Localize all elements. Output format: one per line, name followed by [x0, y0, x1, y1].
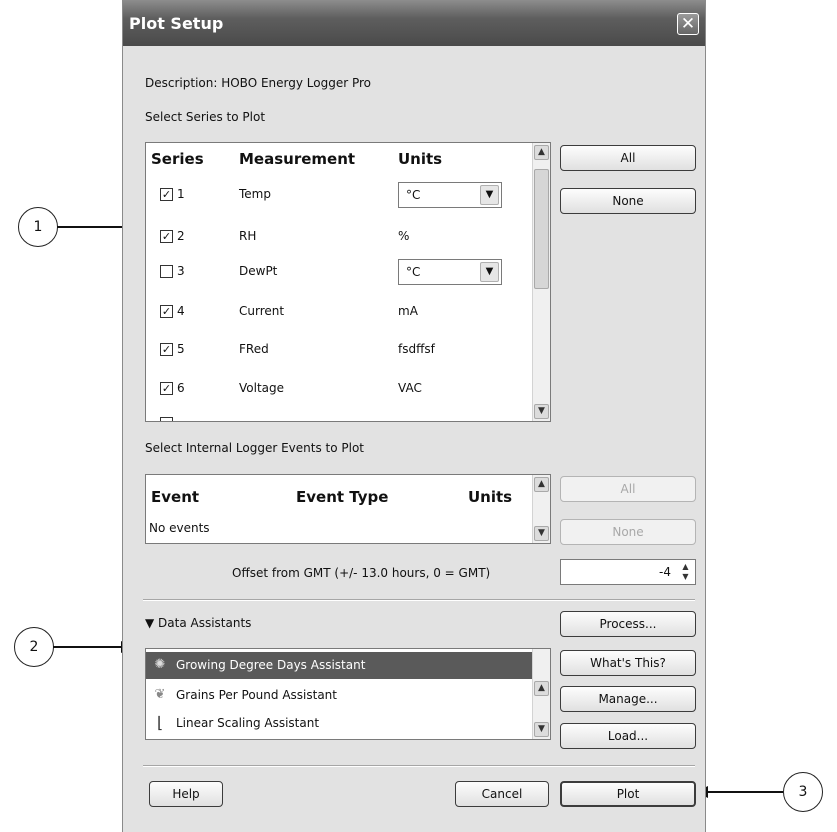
series-measurement: FRed — [239, 342, 269, 356]
series-measurement: DewPt — [239, 264, 278, 278]
scroll-down-icon[interactable]: ▼ — [534, 526, 549, 541]
series-number: 3 — [177, 264, 185, 278]
events-all-button[interactable]: All — [560, 476, 696, 502]
assistants-scrollbar[interactable]: ▲ ▼ — [532, 649, 550, 739]
series-units: mA — [398, 304, 418, 318]
series-none-button[interactable]: None — [560, 188, 696, 214]
gmt-offset-stepper[interactable]: -4 ▲ ▼ — [560, 559, 696, 585]
description-label: Description: HOBO Energy Logger Pro — [145, 76, 371, 90]
series-units: VAC — [398, 381, 422, 395]
manage-button[interactable]: Manage... — [560, 686, 696, 712]
chart-axis-icon: ⌊ — [156, 713, 164, 732]
series-row: ✓ 4 Current mA — [146, 295, 532, 329]
series-number: 4 — [177, 304, 185, 318]
series-number: 1 — [177, 187, 185, 201]
scroll-down-icon[interactable]: ▼ — [534, 404, 549, 419]
series-row: ✓ 5 FRed fsdffsf — [146, 333, 532, 367]
list-item[interactable]: ❦ Grains Per Pound Assistant — [146, 682, 532, 709]
help-button[interactable]: Help — [149, 781, 223, 807]
units-dropdown[interactable]: °C ▼ — [398, 259, 502, 285]
callout-2-arrow-line — [53, 646, 123, 648]
callout-1: 1 — [18, 207, 58, 247]
divider — [143, 599, 695, 601]
series-section-label: Select Series to Plot — [145, 110, 266, 124]
leaf-icon: ❦ — [154, 687, 166, 702]
scroll-thumb[interactable] — [534, 169, 549, 289]
dialog-title: Plot Setup — [129, 14, 224, 33]
series-row: ✓ 2 RH % — [146, 220, 532, 254]
close-icon: ✕ — [680, 14, 696, 34]
list-item[interactable]: ⌊ Linear Scaling Assistant — [146, 710, 532, 737]
units-dropdown-value: °C — [406, 265, 421, 279]
series-checkbox[interactable]: ✓ — [160, 230, 173, 243]
scroll-up-icon[interactable]: ▲ — [534, 145, 549, 160]
events-scrollbar[interactable]: ▲ ▼ — [532, 475, 550, 543]
event-type-column-header: Event Type — [296, 488, 389, 506]
divider — [143, 765, 695, 767]
stepper-arrows-icon[interactable]: ▲ ▼ — [678, 562, 693, 582]
callout-1-arrow-line — [57, 226, 127, 228]
chevron-down-icon: ▼ — [480, 262, 499, 282]
events-none-button[interactable]: None — [560, 519, 696, 545]
series-checkbox[interactable]: ✓ — [160, 382, 173, 395]
series-rows: ✓ 1 Temp °C ▼ ✓ 2 RH % 3 DewPt °C ▼ ✓ 4 … — [146, 143, 532, 421]
series-checkbox[interactable] — [160, 265, 173, 278]
assistants-list: ✺ Growing Degree Days Assistant ❦ Grains… — [145, 648, 551, 740]
callout-3-arrow-line — [706, 791, 783, 793]
chevron-down-icon: ▼ — [480, 185, 499, 205]
series-table: Series Measurement Units ✓ 1 Temp °C ▼ ✓… — [145, 142, 551, 422]
assistant-label: Grains Per Pound Assistant — [176, 688, 337, 702]
series-row: 3 DewPt °C ▼ — [146, 255, 532, 289]
scroll-down-icon[interactable]: ▼ — [534, 722, 549, 737]
callout-3: 3 — [783, 772, 823, 812]
series-number: 5 — [177, 342, 185, 356]
assistant-label: Linear Scaling Assistant — [176, 716, 320, 730]
process-button[interactable]: Process... — [560, 611, 696, 637]
sun-gear-icon: ✺ — [154, 657, 166, 672]
scroll-up-icon[interactable]: ▲ — [534, 477, 549, 492]
series-checkbox[interactable]: ✓ — [160, 188, 173, 201]
series-measurement: Temp — [239, 187, 271, 201]
series-measurement: RH — [239, 229, 257, 243]
event-units-column-header: Units — [468, 488, 513, 506]
load-button[interactable]: Load... — [560, 723, 696, 749]
series-checkbox[interactable]: ✓ — [160, 343, 173, 356]
events-table: Event Event Type Units No events ▲ ▼ — [145, 474, 551, 544]
cancel-button[interactable]: Cancel — [455, 781, 549, 807]
data-assistants-toggle[interactable]: ▼ Data Assistants — [145, 616, 251, 630]
plot-button[interactable]: Plot — [560, 781, 696, 807]
series-row: ✓ 6 Voltage VAC — [146, 372, 532, 406]
scroll-up-icon[interactable]: ▲ — [534, 681, 549, 696]
series-checkbox-partial[interactable] — [160, 417, 173, 421]
gmt-offset-value: -4 — [659, 565, 671, 579]
plot-setup-dialog: Plot Setup ✕ Description: HOBO Energy Lo… — [122, 0, 706, 832]
whats-this-button[interactable]: What's This? — [560, 650, 696, 676]
series-units: % — [398, 229, 410, 243]
units-dropdown-value: °C — [406, 188, 421, 202]
close-button[interactable]: ✕ — [677, 13, 699, 35]
series-measurement: Current — [239, 304, 285, 318]
series-row: ✓ 1 Temp °C ▼ — [146, 178, 532, 212]
no-events-text: No events — [149, 521, 210, 535]
events-section-label: Select Internal Logger Events to Plot — [145, 441, 364, 455]
title-bar[interactable]: Plot Setup ✕ — [123, 0, 705, 46]
series-all-button[interactable]: All — [560, 145, 696, 171]
series-measurement: Voltage — [239, 381, 285, 395]
callout-2: 2 — [14, 627, 54, 667]
series-number: 6 — [177, 381, 185, 395]
assistant-label: Growing Degree Days Assistant — [176, 658, 366, 672]
list-item[interactable]: ✺ Growing Degree Days Assistant — [146, 652, 532, 679]
series-checkbox[interactable]: ✓ — [160, 305, 173, 318]
gmt-offset-label: Offset from GMT (+/- 13.0 hours, 0 = GMT… — [232, 566, 491, 580]
units-dropdown[interactable]: °C ▼ — [398, 182, 502, 208]
series-number: 2 — [177, 229, 185, 243]
series-scrollbar[interactable]: ▲ ▼ — [532, 143, 550, 421]
event-column-header: Event — [151, 488, 200, 506]
series-units: fsdffsf — [398, 342, 435, 356]
